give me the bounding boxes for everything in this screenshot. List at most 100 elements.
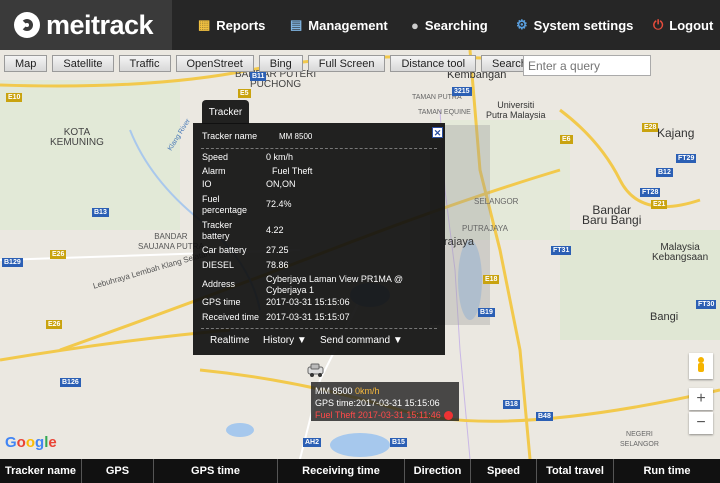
road-tag: E21 [651,200,668,209]
road-tag: B19 [478,308,495,317]
marker-info-line: MM 8500 0km/h [315,385,455,397]
popup-key: Tracker name [202,131,258,141]
map-label-bandar-puteri: BANDAR PUTERI PUCHONG [235,69,317,90]
popup-key: Car battery [202,245,247,255]
road-tag: FT29 [676,154,697,163]
distance-tool-button[interactable]: Distance tool [390,55,477,72]
send-command-dropdown[interactable]: Send command ▼ [320,335,403,346]
road-tag: B48 [536,412,553,421]
map-label-negeri: NEGERI SELANGOR [620,431,659,448]
bing-button[interactable]: Bing [258,55,303,72]
column-total-travel[interactable]: Total travel [537,459,614,483]
road-tag: B126 [60,378,81,387]
column-gps[interactable]: GPS [82,459,154,483]
popup-key: Speed [202,152,229,162]
column-direction[interactable]: Direction [405,459,471,483]
nav-management-label: Management [308,17,388,33]
road-tag: B129 [2,258,23,267]
alarm-dot-icon [443,410,453,420]
popup-row-tracker-name: Tracker name MM 8500 [202,131,312,142]
car-marker-icon[interactable] [306,362,326,378]
column-gps-time[interactable]: GPS time [154,459,278,483]
road-tag: B15 [390,438,407,447]
map-label-kajang: Kajang [657,126,695,140]
column-receiving-time[interactable]: Receiving time [278,459,405,483]
road-tag: AH2 [303,438,322,447]
popup-value: 72.4% [266,199,292,209]
marker-gps-time: GPS time:2017-03-31 15:15:06 [315,398,440,408]
openstreet-button[interactable]: OpenStreet [175,55,254,72]
logo-mark-icon [14,12,40,38]
popup-value: 27.25 [266,245,289,255]
nav-searching[interactable]: ● Searching [411,0,488,50]
popup-value: 2017-03-31 15:15:06 [266,297,350,307]
history-dropdown[interactable]: History ▼ [263,335,307,346]
road-tag: 3215 [452,87,472,96]
map-label-taman-equine: TAMAN EQUINE [418,109,471,116]
popup-row: GPS time 2017-03-31 15:15:06 [202,297,350,308]
popup-key: GPS time [202,297,241,307]
column-run-time[interactable]: Run time [614,459,720,483]
tracker-table-header: Tracker name GPS GPS time Receiving time… [0,459,720,483]
nav-management[interactable]: ▤ Management [290,0,388,50]
popup-separator [201,148,437,149]
map-label-rajaya: rajaya [444,236,474,248]
popup-key: Tracker battery [202,220,233,241]
popup-key: Alarm [202,166,226,176]
map-label-universiti: Universiti Putra Malaysia [486,100,546,120]
management-icon: ▤ [290,17,303,32]
road-tag: E5 [238,89,251,98]
road-tag: FT30 [696,300,717,309]
column-speed[interactable]: Speed [471,459,537,483]
popup-value: Cyberjaya Laman View PR1MA @ Cyberjaya 1 [266,274,404,295]
map-label-bandar-baru-bangi: Bandar Baru Bangi [582,203,642,227]
popup-row: Alarm Fuel Theft [202,166,312,177]
zoom-in-button[interactable]: + [689,388,713,410]
popup-separator [201,328,437,329]
query-input[interactable] [523,55,651,76]
street-view-pegman-icon[interactable] [689,353,713,379]
full-screen-button[interactable]: Full Screen [307,55,386,72]
searching-icon: ● [411,17,419,33]
meitrack-logo[interactable]: meitrack [0,0,172,50]
reports-icon: ▦ [198,17,211,32]
traffic-button[interactable]: Traffic [118,55,171,72]
nav-reports[interactable]: ▦ Reports [198,0,265,50]
popup-row: DIESEL 78.86 [202,260,289,271]
nav-system-settings[interactable]: ⚙ System settings [516,0,633,50]
popup-row: Tracker battery 4.22 [202,220,284,242]
map-label-selangor: SELANGOR [474,197,519,206]
road-tag: B18 [503,400,520,409]
popup-row: IO ON,ON [202,179,296,190]
nav-searching-label: Searching [424,17,488,33]
popup-value: 0 km/h [266,152,294,162]
road-tag: E18 [483,275,500,284]
popup-row: Speed 0 km/h [202,152,293,163]
gear-icon: ⚙ [516,17,528,32]
popup-tab-tracker[interactable]: Tracker [202,100,249,124]
popup-row: Received time 2017-03-31 15:15:07 [202,312,350,323]
zoom-out-button[interactable]: − [689,412,713,434]
popup-row-address: Address Cyberjaya Laman View PR1MA @ Cyb… [202,274,403,295]
map-toolbar: Map Satellite Traffic OpenStreet Bing Fu… [4,55,575,73]
column-tracker-name[interactable]: Tracker name [0,459,82,483]
top-header: meitrack ▦ Reports ▤ Management ● Search… [0,0,720,50]
popup-key: Received time [202,312,260,322]
map-button[interactable]: Map [4,55,48,72]
popup-key: IO [202,179,212,189]
road-tag: E26 [50,250,67,259]
nav-system-settings-label: System settings [533,17,634,33]
road-tag: E10 [6,93,23,102]
realtime-link[interactable]: Realtime [210,335,249,346]
satellite-button[interactable]: Satellite [52,55,114,72]
popup-value: 78.86 [266,260,289,270]
logo-text: meitrack [46,9,154,40]
marker-alarm-line: Fuel Theft 2017-03-31 15:11:46 [315,409,455,421]
popup-value: 2017-03-31 15:15:07 [266,312,350,322]
marker-tracker-name: MM 8500 [315,386,353,396]
popup-key: Address [202,279,236,289]
popup-key: DIESEL [202,260,235,270]
marker-alarm: Fuel Theft 2017-03-31 15:11:46 [315,410,441,420]
nav-logout[interactable]: ⏻ Logout [653,0,713,50]
popup-key: Fuel percentage [202,194,248,215]
